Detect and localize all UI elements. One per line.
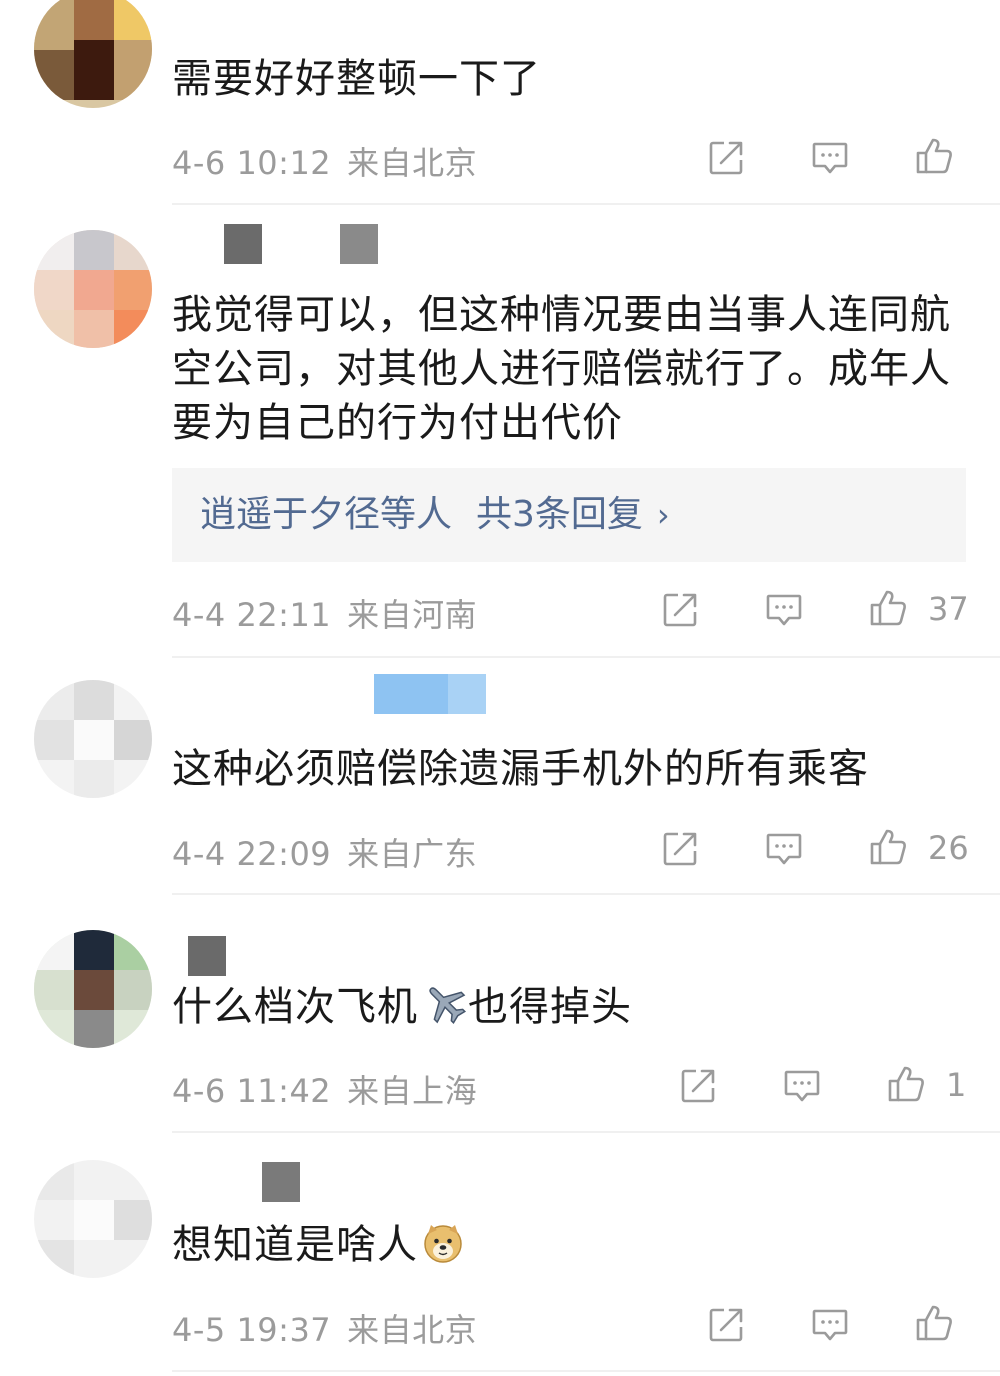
avatar[interactable] xyxy=(34,1160,152,1278)
comment-item: 想知道是啥人 4-5 19:37 来自北京 xyxy=(0,0,1000,1376)
comment-text: 想知道是啥人 xyxy=(172,1218,972,1278)
thumbs-up-icon[interactable] xyxy=(914,1303,954,1343)
comment-text-part: 想知道是啥人 xyxy=(172,1222,418,1268)
username-mosaic[interactable] xyxy=(262,1162,300,1202)
doge-emoji xyxy=(422,1222,464,1278)
comment-date: 4-5 19:37 xyxy=(172,1311,332,1349)
divider xyxy=(172,1370,1000,1372)
share-icon[interactable] xyxy=(706,1305,746,1345)
comment-location: 来自北京 xyxy=(347,1311,478,1349)
comment-icon[interactable] xyxy=(810,1305,850,1345)
comment-meta: 4-5 19:37 来自北京 xyxy=(172,1305,477,1351)
